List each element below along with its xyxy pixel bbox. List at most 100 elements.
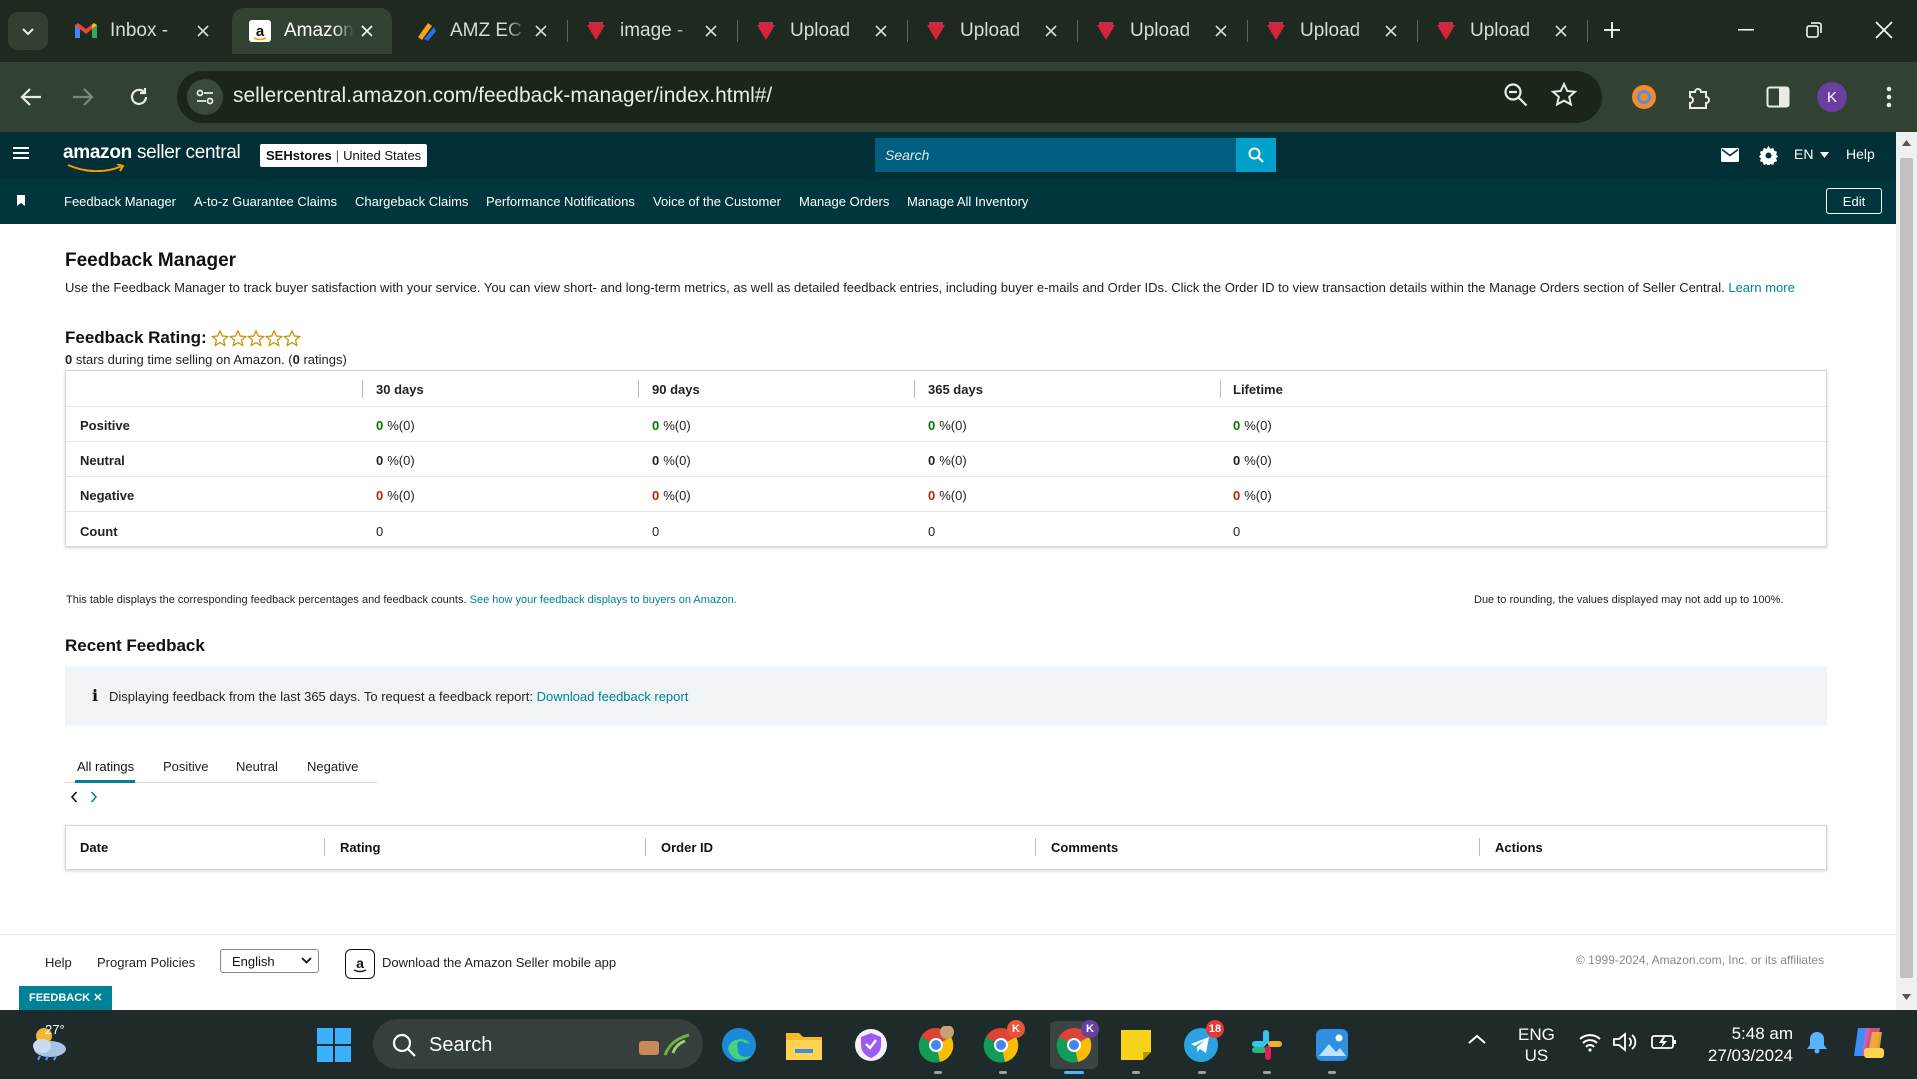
nav-item-manage-orders[interactable]: Manage Orders — [799, 194, 889, 209]
close-icon[interactable] — [698, 18, 724, 44]
new-tab-button[interactable] — [1596, 14, 1628, 46]
show-hidden-icons-chevron-up-icon[interactable] — [1468, 1034, 1486, 1044]
site-info-button[interactable] — [187, 79, 223, 115]
buyer-display-link[interactable]: See how your feedback displays to buyers… — [470, 594, 737, 606]
footer-help-link[interactable]: Help — [45, 955, 72, 970]
photos-icon[interactable] — [1313, 1026, 1351, 1064]
close-icon[interactable] — [528, 18, 554, 44]
close-icon[interactable] — [354, 18, 380, 44]
search-input[interactable]: Search — [875, 138, 1236, 172]
column-header-date[interactable]: Date — [80, 840, 108, 855]
browser-tab-amazon[interactable]: a Amazon — [232, 8, 392, 54]
column-header-order-id[interactable]: Order ID — [661, 840, 713, 855]
store-switcher[interactable]: SEHstores | United States — [260, 144, 428, 167]
bookmark-icon[interactable] — [17, 195, 25, 206]
zoom-icon[interactable] — [1503, 82, 1529, 108]
reload-button[interactable] — [122, 80, 156, 114]
nav-item-feedback-manager[interactable]: Feedback Manager — [64, 194, 176, 209]
column-header-rating[interactable]: Rating — [340, 840, 380, 855]
taskbar-search[interactable]: Search — [373, 1019, 703, 1069]
nav-item-voice-of-customer[interactable]: Voice of the Customer — [653, 194, 781, 209]
hamburger-menu-icon[interactable] — [12, 146, 30, 160]
page-scrollbar[interactable] — [1896, 132, 1917, 1010]
nav-item-performance-notifications[interactable]: Performance Notifications — [486, 194, 635, 209]
tab-neutral[interactable]: Neutral — [236, 759, 278, 774]
nav-item-manage-all-inventory[interactable]: Manage All Inventory — [907, 194, 1028, 209]
windows-start-icon[interactable] — [315, 1026, 353, 1064]
close-icon[interactable] — [1038, 18, 1064, 44]
download-app-link[interactable]: Download the Amazon Seller mobile app — [382, 955, 616, 970]
battery-icon[interactable] — [1651, 1033, 1677, 1051]
language-bottom: US — [1524, 1046, 1549, 1065]
profile-avatar[interactable]: K — [1817, 82, 1847, 112]
chrome-profile-1-icon[interactable] — [917, 1026, 955, 1064]
tab-search-dropdown-button[interactable] — [8, 12, 48, 50]
extension-firefox-style-icon[interactable] — [1627, 80, 1661, 114]
download-report-link[interactable]: Download feedback report — [537, 689, 689, 704]
file-explorer-icon[interactable] — [785, 1026, 823, 1064]
close-icon[interactable] — [190, 18, 216, 44]
sticky-notes-icon[interactable] — [1117, 1026, 1155, 1064]
tab-positive[interactable]: Positive — [163, 759, 209, 774]
notification-bell-icon[interactable] — [1806, 1030, 1828, 1054]
close-window-button[interactable] — [1856, 10, 1912, 50]
address-bar[interactable]: sellercentral.amazon.com/feedback-manage… — [177, 71, 1602, 123]
tab-negative[interactable]: Negative — [307, 759, 358, 774]
edit-nav-button[interactable]: Edit — [1826, 188, 1882, 214]
extensions-puzzle-icon[interactable] — [1682, 80, 1716, 114]
scrollbar-thumb[interactable] — [1900, 158, 1913, 978]
brave-vpn-icon[interactable] — [852, 1026, 890, 1064]
browser-tab-upload-5[interactable]: Upload — [1418, 8, 1586, 54]
bookmark-star-icon[interactable] — [1551, 82, 1577, 108]
chevron-left-icon[interactable] — [70, 791, 78, 803]
mail-icon[interactable] — [1721, 148, 1739, 162]
slack-icon[interactable] — [1248, 1026, 1286, 1064]
close-icon[interactable] — [1208, 18, 1234, 44]
help-link[interactable]: Help — [1846, 146, 1875, 162]
nav-item-a-to-z-claims[interactable]: A-to-z Guarantee Claims — [194, 194, 337, 209]
browser-tab-upload-1[interactable]: Upload — [738, 8, 906, 54]
amazon-app-icon[interactable]: a — [345, 949, 375, 979]
minimize-button[interactable] — [1718, 10, 1774, 50]
chevron-right-icon[interactable] — [90, 791, 98, 803]
side-panel-icon[interactable] — [1761, 80, 1795, 114]
close-icon[interactable] — [1548, 18, 1574, 44]
upload-site-icon — [1264, 19, 1288, 43]
browser-tab-upload-2[interactable]: Upload — [908, 8, 1076, 54]
browser-tab-upload-4[interactable]: Upload — [1248, 8, 1416, 54]
nav-item-chargeback-claims[interactable]: Chargeback Claims — [355, 194, 468, 209]
input-language[interactable]: ENG US — [1518, 1024, 1555, 1066]
close-icon[interactable] — [1378, 18, 1404, 44]
edge-icon[interactable] — [720, 1026, 758, 1064]
browser-tab-amzec[interactable]: AMZ EC — [398, 8, 566, 54]
browser-tab-image[interactable]: image - — [568, 8, 736, 54]
forward-button[interactable] — [66, 80, 100, 114]
feedback-tab[interactable]: FEEDBACK ✕ — [19, 986, 113, 1010]
language-selector[interactable]: EN — [1794, 146, 1830, 162]
learn-more-link[interactable]: Learn more — [1728, 280, 1794, 295]
amazon-seller-central-logo[interactable]: amazon seller central — [63, 142, 241, 172]
clock[interactable]: 5:48 am 27/03/2024 — [1697, 1023, 1793, 1067]
search-button[interactable] — [1236, 138, 1276, 172]
copilot-icon[interactable] — [1850, 1024, 1886, 1060]
restore-button[interactable] — [1786, 10, 1842, 50]
volume-icon[interactable] — [1613, 1032, 1639, 1052]
close-icon[interactable] — [868, 18, 894, 44]
browser-tab-upload-3[interactable]: Upload — [1078, 8, 1246, 54]
url-text[interactable]: sellercentral.amazon.com/feedback-manage… — [233, 84, 772, 108]
settings-gear-icon[interactable] — [1759, 146, 1778, 165]
stars-summary: 0 stars during time selling on Amazon. (… — [65, 352, 347, 367]
wifi-icon[interactable] — [1578, 1032, 1602, 1052]
footer-language-select[interactable]: English — [220, 949, 319, 973]
more-menu-icon[interactable] — [1872, 80, 1906, 114]
chrome-profile-2-icon[interactable]: K — [982, 1020, 1025, 1064]
telegram-icon[interactable]: 18 — [1182, 1020, 1224, 1064]
taskbar-search-label: Search — [429, 1034, 493, 1056]
close-icon[interactable]: ✕ — [93, 992, 102, 1004]
footer-program-policies-link[interactable]: Program Policies — [97, 955, 195, 970]
chrome-profile-3-icon[interactable]: K — [1050, 1020, 1099, 1069]
back-button[interactable] — [14, 80, 48, 114]
browser-tab-gmail[interactable]: Inbox - — [58, 8, 228, 54]
cell-count: %(0) — [663, 488, 691, 504]
tab-all-ratings[interactable]: All ratings — [77, 759, 134, 774]
